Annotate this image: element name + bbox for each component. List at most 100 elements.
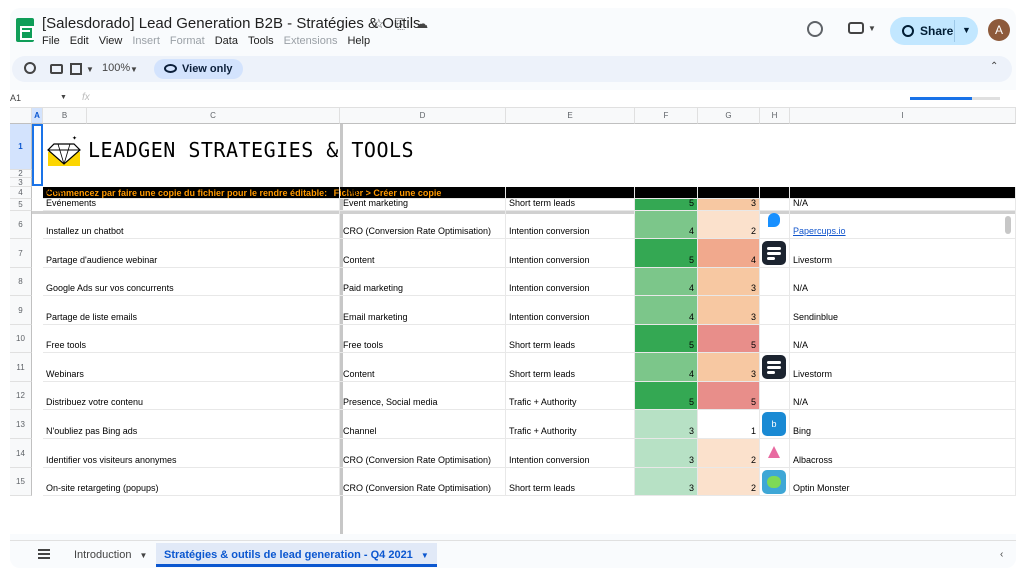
menu-item-view[interactable]: View — [99, 35, 123, 47]
cell-tag[interactable]: Event marketing — [340, 199, 506, 211]
cell-difficulty[interactable]: 2 — [698, 468, 760, 496]
menu-item-insert[interactable]: Insert — [132, 35, 160, 47]
cell-tag[interactable]: Free tools — [340, 325, 506, 353]
cell-tool[interactable]: Sendinblue — [790, 296, 1016, 325]
column-header-i[interactable]: I — [790, 108, 1016, 124]
row-header-8[interactable]: 8 — [10, 268, 32, 296]
cell-difficulty[interactable]: 5 — [698, 325, 760, 353]
cell-idea[interactable]: Partage de liste emails — [43, 296, 340, 325]
cell-tag[interactable]: Paid marketing — [340, 268, 506, 296]
cell-category[interactable]: Short term leads — [506, 353, 635, 382]
cell-idea[interactable]: Distribuez votre contenu — [43, 382, 340, 410]
cell-tag[interactable]: Content — [340, 353, 506, 382]
cell-logo[interactable] — [760, 439, 790, 468]
cell-category[interactable]: Intention conversion — [506, 296, 635, 325]
menu-item-help[interactable]: Help — [347, 35, 370, 47]
cell-difficulty[interactable]: 4 — [698, 239, 760, 268]
row-header-15[interactable]: 15 — [10, 468, 32, 496]
column-header-h[interactable]: H — [760, 108, 790, 124]
cell-logo[interactable] — [760, 211, 790, 239]
cell-category[interactable]: Trafic + Authority — [506, 410, 635, 439]
cell-logo[interactable] — [760, 468, 790, 496]
cell-category[interactable]: Short term leads — [506, 468, 635, 496]
cell-category[interactable]: Intention conversion — [506, 211, 635, 239]
cell-logo[interactable] — [760, 353, 790, 382]
collapse-toolbar-icon[interactable]: ⌃ — [990, 61, 998, 72]
cell-category[interactable]: Short term leads — [506, 325, 635, 353]
search-icon[interactable] — [24, 62, 36, 74]
column-header-g[interactable]: G — [698, 108, 760, 124]
cell-tool[interactable]: Livestorm — [790, 239, 1016, 268]
menu-item-format[interactable]: Format — [170, 35, 205, 47]
cell-tool[interactable]: Optin Monster — [790, 468, 1016, 496]
cell-difficulty[interactable]: 2 — [698, 211, 760, 239]
column-header-b[interactable]: B — [43, 108, 87, 124]
cell-impact[interactable]: 5 — [635, 199, 698, 211]
row-header-3[interactable]: 3 — [10, 178, 32, 187]
share-menu-chevron-icon[interactable]: ▼ — [962, 25, 971, 35]
cell-idea[interactable]: Identifier vos visiteurs anonymes — [43, 439, 340, 468]
row-header-5[interactable]: 5 — [10, 199, 32, 211]
cell-category[interactable]: Intention conversion — [506, 239, 635, 268]
name-box-chevron-icon[interactable]: ▼ — [60, 94, 67, 101]
cell-impact[interactable]: 4 — [635, 211, 698, 239]
star-icon[interactable]: ☆ — [373, 16, 385, 32]
row-header-10[interactable]: 10 — [10, 325, 32, 353]
cell-impact[interactable]: 5 — [635, 239, 698, 268]
cell-logo[interactable] — [760, 296, 790, 325]
zoom-select[interactable]: 100% — [102, 62, 130, 74]
cell-idea[interactable]: On-site retargeting (popups) — [43, 468, 340, 496]
column-header-e[interactable]: E — [506, 108, 635, 124]
cell-tool[interactable]: N/A — [790, 268, 1016, 296]
cell-idea[interactable]: Webinars — [43, 353, 340, 382]
cell-logo[interactable]: b — [760, 410, 790, 439]
sheets-logo-icon[interactable] — [16, 18, 34, 42]
cell-logo[interactable] — [760, 199, 790, 211]
meet-icon[interactable] — [848, 22, 864, 34]
row-header-1[interactable]: 1 — [10, 124, 32, 170]
history-icon[interactable] — [807, 21, 823, 37]
cell-logo[interactable] — [760, 325, 790, 353]
row-header-2[interactable]: 2 — [10, 170, 32, 178]
cell-impact[interactable]: 4 — [635, 296, 698, 325]
cell-impact[interactable]: 5 — [635, 382, 698, 410]
menu-item-edit[interactable]: Edit — [70, 35, 89, 47]
cell-impact[interactable]: 4 — [635, 353, 698, 382]
move-icon[interactable]: ⎘ — [395, 16, 405, 32]
cell-idea[interactable]: Free tools — [43, 325, 340, 353]
cell-category[interactable]: Short term leads — [506, 199, 635, 211]
column-header-f[interactable]: F — [635, 108, 698, 124]
cell-difficulty[interactable]: 1 — [698, 410, 760, 439]
cell-impact[interactable]: 5 — [635, 325, 698, 353]
print-icon[interactable] — [50, 64, 63, 74]
cloud-status-icon[interactable]: ☁ — [415, 16, 428, 32]
chevron-left-icon[interactable]: ‹ — [1000, 549, 1003, 560]
cell-category[interactable]: Intention conversion — [506, 268, 635, 296]
cell-tag[interactable]: Presence, Social media — [340, 382, 506, 410]
cell-difficulty[interactable]: 3 — [698, 353, 760, 382]
row-header-7[interactable]: 7 — [10, 239, 32, 268]
menu-item-data[interactable]: Data — [215, 35, 238, 47]
cell-tool[interactable]: Livestorm — [790, 353, 1016, 382]
menu-item-tools[interactable]: Tools — [248, 35, 274, 47]
cell-difficulty[interactable]: 5 — [698, 382, 760, 410]
row-header-11[interactable]: 11 — [10, 353, 32, 382]
select-all-corner[interactable] — [10, 108, 32, 124]
share-button[interactable]: Share ▼ — [890, 17, 978, 45]
row-header-14[interactable]: 14 — [10, 439, 32, 468]
cell-tool[interactable]: N/A — [790, 382, 1016, 410]
sheet-tab-2[interactable]: Stratégies & outils de lead generation -… — [156, 543, 437, 567]
chevron-down-icon[interactable]: ▼ — [139, 551, 147, 560]
chevron-down-icon[interactable]: ▼ — [86, 65, 94, 74]
cell-tool[interactable]: N/A — [790, 199, 1016, 211]
cell-idea[interactable]: Installez un chatbot — [43, 211, 340, 239]
document-title[interactable]: [Salesdorado] Lead Generation B2B - Stra… — [42, 15, 421, 32]
column-header-d[interactable]: D — [340, 108, 506, 124]
cell-tag[interactable]: CRO (Conversion Rate Optimisation) — [340, 439, 506, 468]
cell-category[interactable]: Trafic + Authority — [506, 382, 635, 410]
cell-logo[interactable] — [760, 239, 790, 268]
zoom-chevron-icon[interactable]: ▼ — [130, 65, 138, 74]
cell-impact[interactable]: 3 — [635, 468, 698, 496]
sheet-grid[interactable]: ✦ LEADGEN STRATEGIES & TOOLS Commencez p… — [10, 108, 1016, 534]
cell-impact[interactable]: 3 — [635, 410, 698, 439]
